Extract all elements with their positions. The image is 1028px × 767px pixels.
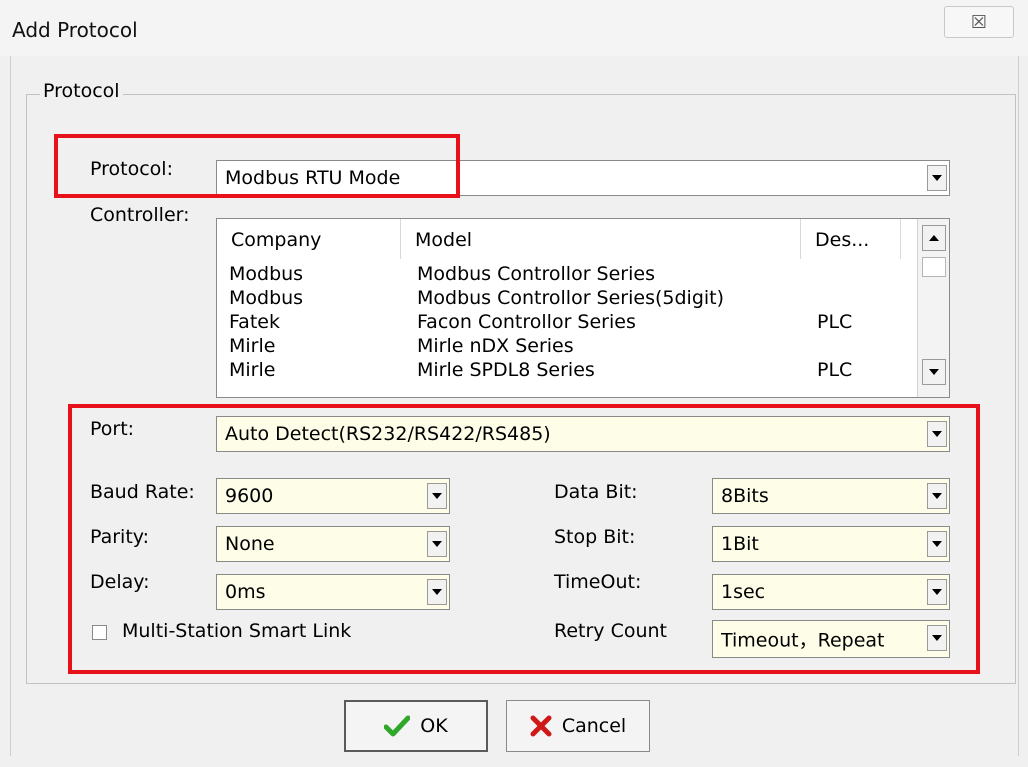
close-button[interactable]: ☒: [944, 6, 1014, 38]
list-item-model: Facon Controllor Series: [417, 311, 636, 333]
dialog-title: Add Protocol: [12, 18, 138, 42]
scrollbar-thumb[interactable]: [922, 257, 946, 277]
list-item[interactable]: Mirle Mirle nDX Series: [217, 335, 917, 359]
protocol-highlight-box: [54, 134, 460, 198]
list-item[interactable]: Modbus Modbus Controllor Series: [217, 263, 917, 287]
scroll-down-button[interactable]: [922, 359, 946, 385]
list-item-company: Modbus: [229, 287, 304, 309]
title-bar: [0, 0, 1028, 56]
dialog-border-right: [1018, 56, 1019, 756]
ok-button[interactable]: OK: [344, 700, 488, 752]
controller-label: Controller:: [90, 204, 190, 226]
list-item-description: PLC: [817, 359, 853, 381]
column-header-company[interactable]: Company: [217, 219, 401, 259]
controller-list-scrollbar[interactable]: [917, 219, 949, 397]
chevron-down-icon: [932, 175, 942, 181]
cancel-button-label: Cancel: [561, 715, 627, 737]
column-header-model[interactable]: Model: [401, 219, 801, 259]
list-item[interactable]: Modbus Modbus Controllor Series(5digit): [217, 287, 917, 311]
column-header-description[interactable]: Des...: [801, 219, 901, 259]
controller-list-header: Company Model Des...: [217, 219, 917, 259]
close-icon: ☒: [970, 11, 988, 33]
list-item-model: Modbus Controllor Series: [417, 263, 655, 285]
chevron-up-icon: [929, 235, 939, 241]
checkmark-icon: [384, 715, 411, 737]
list-item-company: Mirle: [229, 335, 276, 357]
controller-list[interactable]: Company Model Des... Modbus Modbus Contr…: [216, 218, 950, 398]
protocol-group-legend: Protocol: [40, 80, 123, 102]
port-settings-highlight-box: [68, 404, 980, 674]
list-item-company: Modbus: [229, 263, 304, 285]
list-item-company: Fatek: [229, 311, 280, 333]
protocol-dropdown-button[interactable]: [927, 165, 947, 191]
list-item-description: PLC: [817, 311, 853, 333]
close-x-icon: [530, 715, 552, 737]
list-item[interactable]: Mirle Mirle SPDL8 Series PLC: [217, 359, 917, 383]
list-item-model: Mirle SPDL8 Series: [417, 359, 595, 381]
cancel-button[interactable]: Cancel: [506, 700, 650, 752]
chevron-down-icon: [929, 369, 939, 375]
ok-button-label: OK: [420, 715, 448, 737]
dialog-border-left: [10, 56, 11, 756]
list-item-model: Mirle nDX Series: [417, 335, 574, 357]
list-item-company: Mirle: [229, 359, 276, 381]
list-item-model: Modbus Controllor Series(5digit): [417, 287, 725, 309]
list-item[interactable]: Fatek Facon Controllor Series PLC: [217, 311, 917, 335]
scroll-up-button[interactable]: [922, 225, 946, 251]
